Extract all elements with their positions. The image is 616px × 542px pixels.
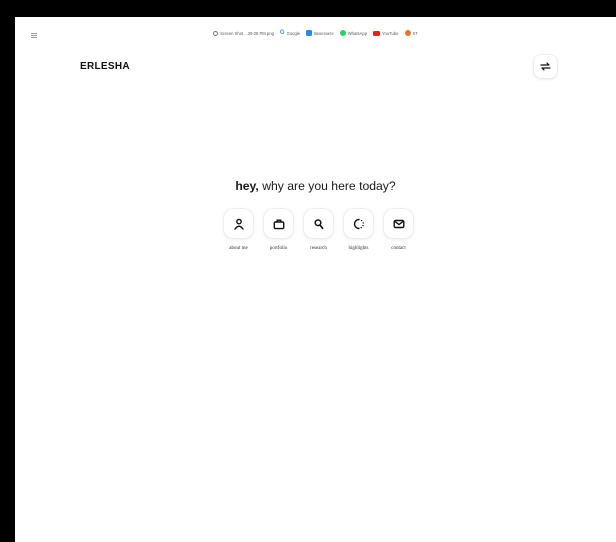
spinner-icon [353,218,364,229]
nav-item-highlights[interactable]: highlights [343,209,374,251]
site-logo[interactable]: ERLESHA [80,61,130,72]
nav-item-research[interactable]: research [303,209,334,251]
browser-viewport: Screen Shot ...29.08 PM.png G Google Вко… [15,17,616,542]
bookmark-label: ST [412,30,418,36]
fox-icon [404,30,411,36]
google-icon: G [279,30,285,36]
research-button[interactable] [304,209,333,238]
main-nav: about me portfolio research highlights c… [223,209,414,251]
portfolio-button[interactable] [264,209,293,238]
contact-button[interactable] [384,209,413,238]
hero-greeting: hey, why are you here today? [15,179,616,193]
bookmark-google[interactable]: G Google [280,30,300,36]
bookmark-vk[interactable]: Вконтакте [306,30,334,36]
search-icon [313,218,323,229]
nav-label: portfolio [269,246,288,251]
vk-icon [306,30,313,36]
highlights-button[interactable] [344,209,373,238]
clock-icon [213,30,219,36]
bookmark-label: YouTube [382,30,399,36]
greeting-text: why are you here today? [258,179,396,193]
bookmark-label: WhatsApp [347,30,368,36]
nav-item-contact[interactable]: contact [383,209,414,251]
bookmark-screenshot[interactable]: Screen Shot ...29.08 PM.png [213,30,274,36]
bookmark-youtube[interactable]: YouTube [373,30,399,36]
person-icon [233,218,244,230]
nav-label: about me [229,246,248,251]
nav-item-portfolio[interactable]: portfolio [263,209,294,251]
nav-label: highlights [348,246,369,251]
nav-label: research [310,246,327,251]
nav-label: contact [391,246,406,251]
swap-arrows-icon [540,62,551,71]
mail-icon [393,219,405,228]
bookmark-st[interactable]: ST [404,30,418,36]
about-me-button[interactable] [224,209,253,238]
bookmark-whatsapp[interactable]: WhatsApp [339,30,368,36]
bookmark-label: Screen Shot ...29.08 PM.png [220,30,274,36]
swap-toggle-button[interactable] [534,55,557,78]
briefcase-icon [273,219,284,229]
bookmark-label: Google [286,30,301,36]
greeting-bold: hey, [235,179,259,193]
nav-item-about-me[interactable]: about me [223,209,254,251]
bookmarks-bar: Screen Shot ...29.08 PM.png G Google Вко… [15,27,616,41]
youtube-icon [373,30,381,36]
bookmark-label: Вконтакте [314,30,334,36]
bookmarks-list: Screen Shot ...29.08 PM.png G Google Вко… [15,30,616,36]
whatsapp-icon [339,30,346,36]
